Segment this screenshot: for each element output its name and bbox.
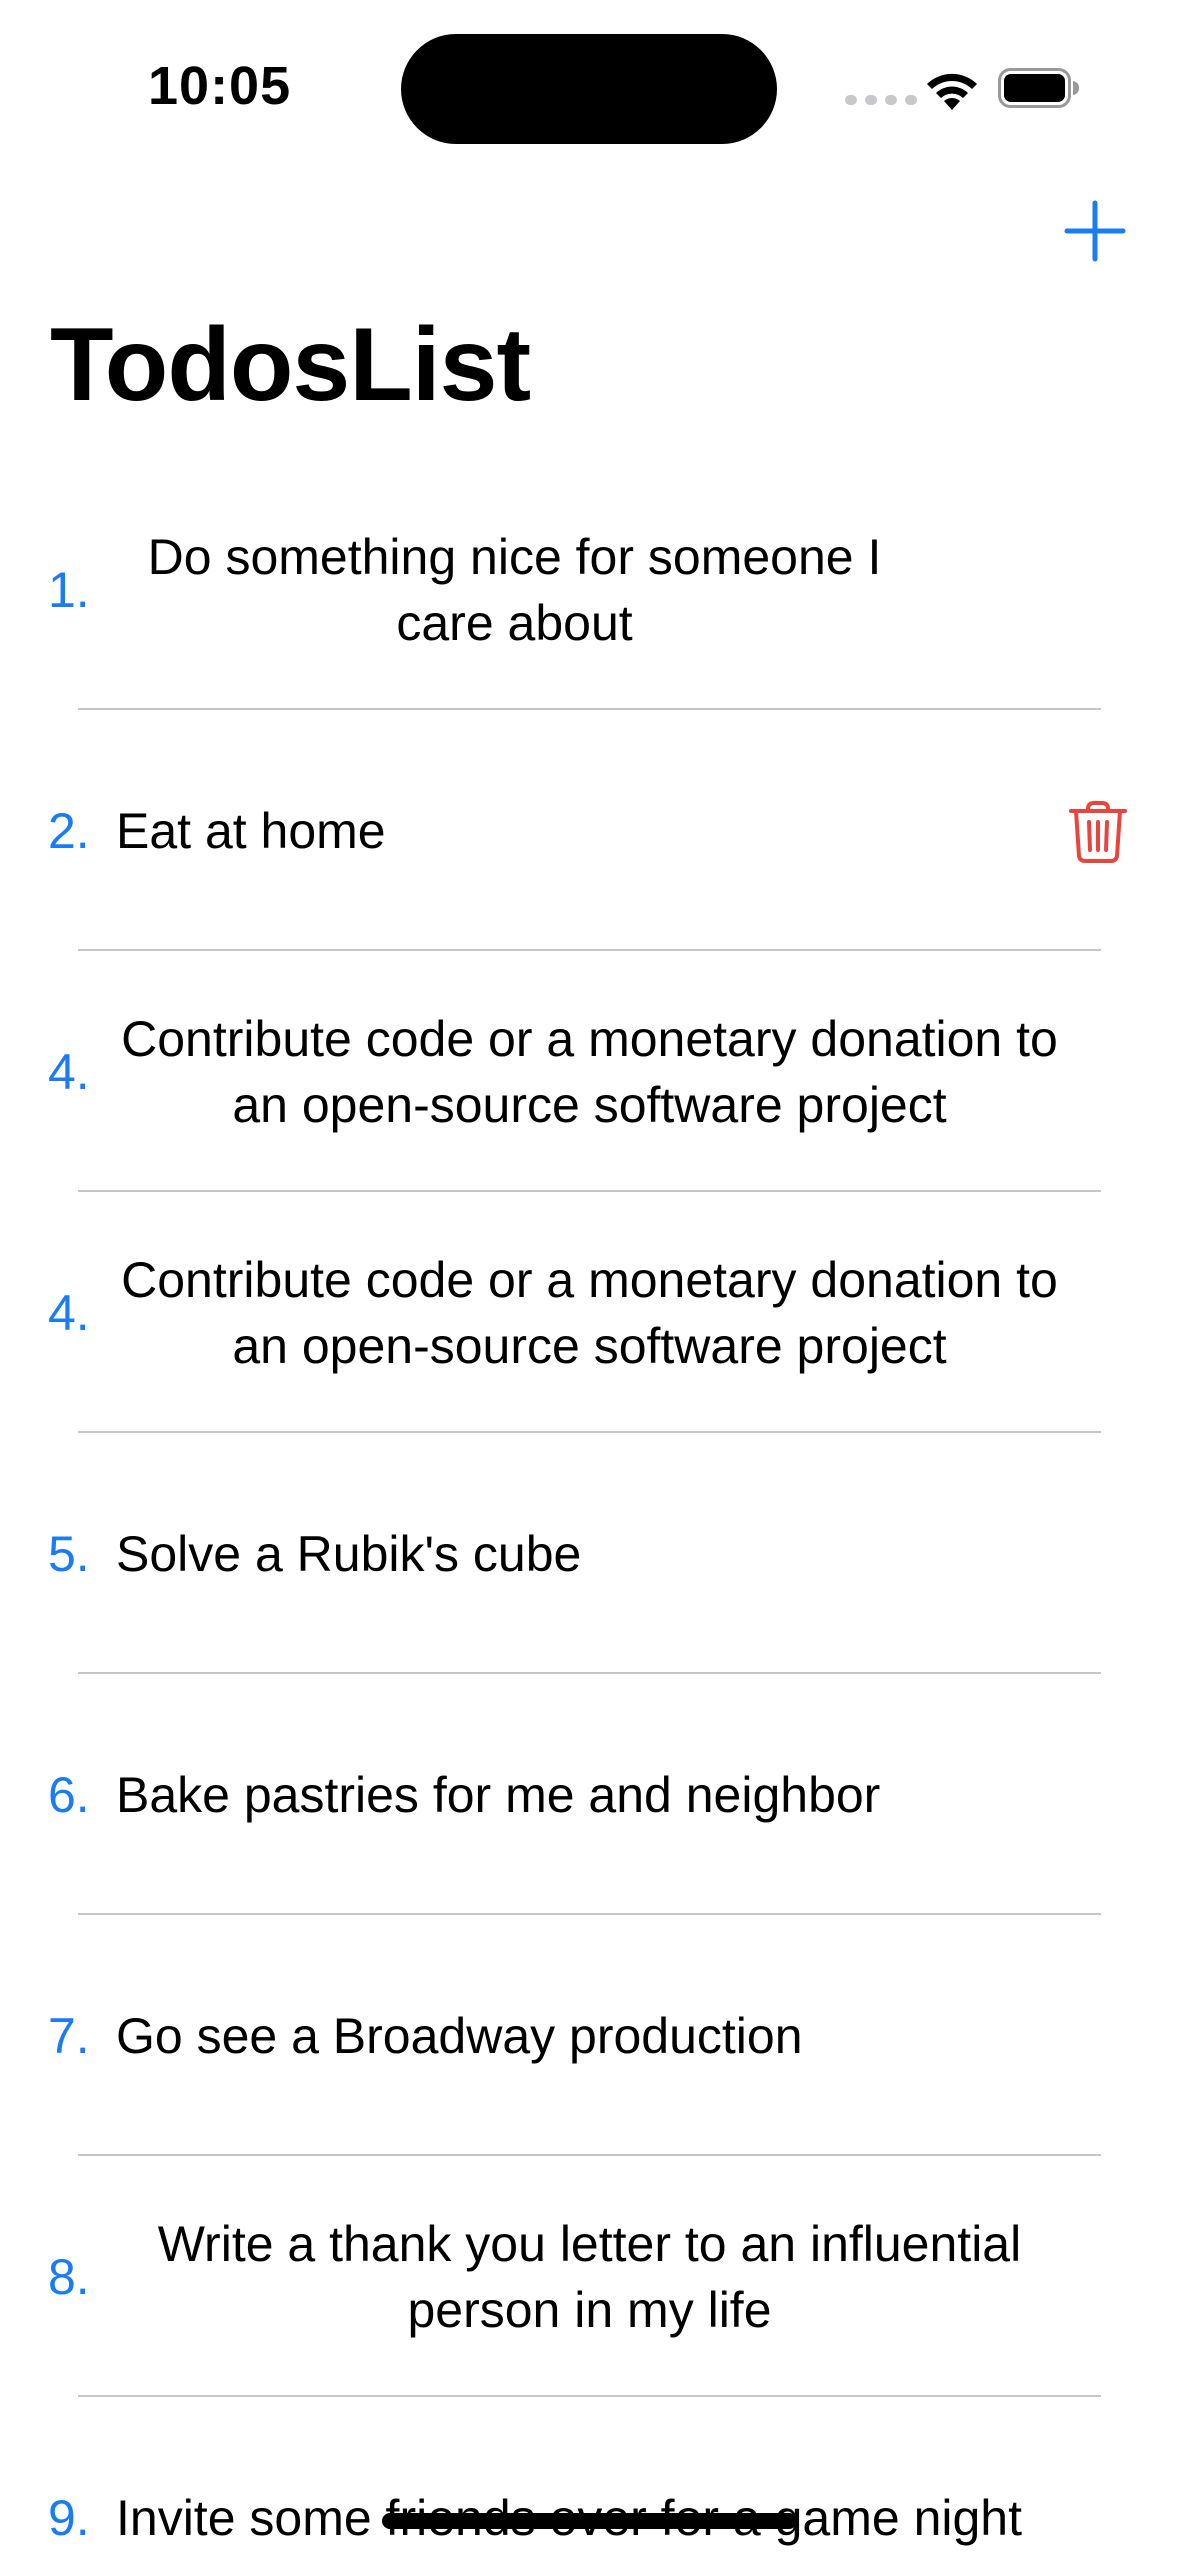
todo-number: 7. xyxy=(48,2007,90,2064)
cellular-signal-icon xyxy=(845,95,917,105)
todo-text: Go see a Broadway production xyxy=(116,2007,803,2064)
todo-row[interactable]: 7. Go see a Broadway production xyxy=(0,1915,1179,2156)
todo-row[interactable]: 2. Eat at home xyxy=(0,710,1179,951)
todo-number: 1. xyxy=(48,561,90,618)
todo-text: Contribute code or a monetary donation t… xyxy=(121,1010,1058,1133)
todo-row[interactable]: 9. Invite some friends over for a game n… xyxy=(0,2397,1179,2556)
todo-text: Bake pastries for me and neighbor xyxy=(116,1766,881,1823)
todo-row[interactable]: 8. Write a thank you letter to an influe… xyxy=(0,2156,1179,2397)
trash-icon xyxy=(1069,801,1127,863)
status-time: 10:05 xyxy=(148,56,292,116)
todo-number: 5. xyxy=(48,1525,90,1582)
plus-icon xyxy=(1064,200,1126,262)
todo-text: Invite some friends over for a game nigh… xyxy=(116,2489,1023,2546)
todo-text: Do something nice for someone I care abo… xyxy=(147,528,882,651)
todo-number: 4. xyxy=(48,1043,90,1100)
todo-number: 8. xyxy=(48,2248,90,2305)
todo-row[interactable]: 6. Bake pastries for me and neighbor xyxy=(0,1674,1179,1915)
home-indicator[interactable] xyxy=(382,2513,797,2529)
todo-row[interactable]: 1. Do something nice for someone I care … xyxy=(0,469,1179,710)
todo-row[interactable]: 4. Contribute code or a monetary donatio… xyxy=(0,1192,1179,1433)
todo-number: 2. xyxy=(48,802,90,859)
todo-row[interactable]: 5. Solve a Rubik's cube xyxy=(0,1433,1179,1674)
dynamic-island xyxy=(401,34,777,144)
battery-icon xyxy=(998,68,1079,108)
todo-text: Solve a Rubik's cube xyxy=(116,1525,582,1582)
todo-number: 4. xyxy=(48,1284,90,1341)
page-title: TodosList xyxy=(50,307,531,423)
todo-row[interactable]: 4. Contribute code or a monetary donatio… xyxy=(0,951,1179,1192)
todo-number: 6. xyxy=(48,1766,90,1823)
delete-todo-button[interactable] xyxy=(1067,800,1129,864)
todo-text: Eat at home xyxy=(116,802,386,859)
add-todo-button[interactable] xyxy=(1062,198,1128,264)
todo-number: 9. xyxy=(48,2489,90,2546)
todo-text: Write a thank you letter to an influenti… xyxy=(157,2215,1022,2338)
todo-text: Contribute code or a monetary donation t… xyxy=(121,1251,1058,1374)
todo-list: 1. Do something nice for someone I care … xyxy=(0,469,1179,2556)
wifi-icon xyxy=(927,73,977,110)
